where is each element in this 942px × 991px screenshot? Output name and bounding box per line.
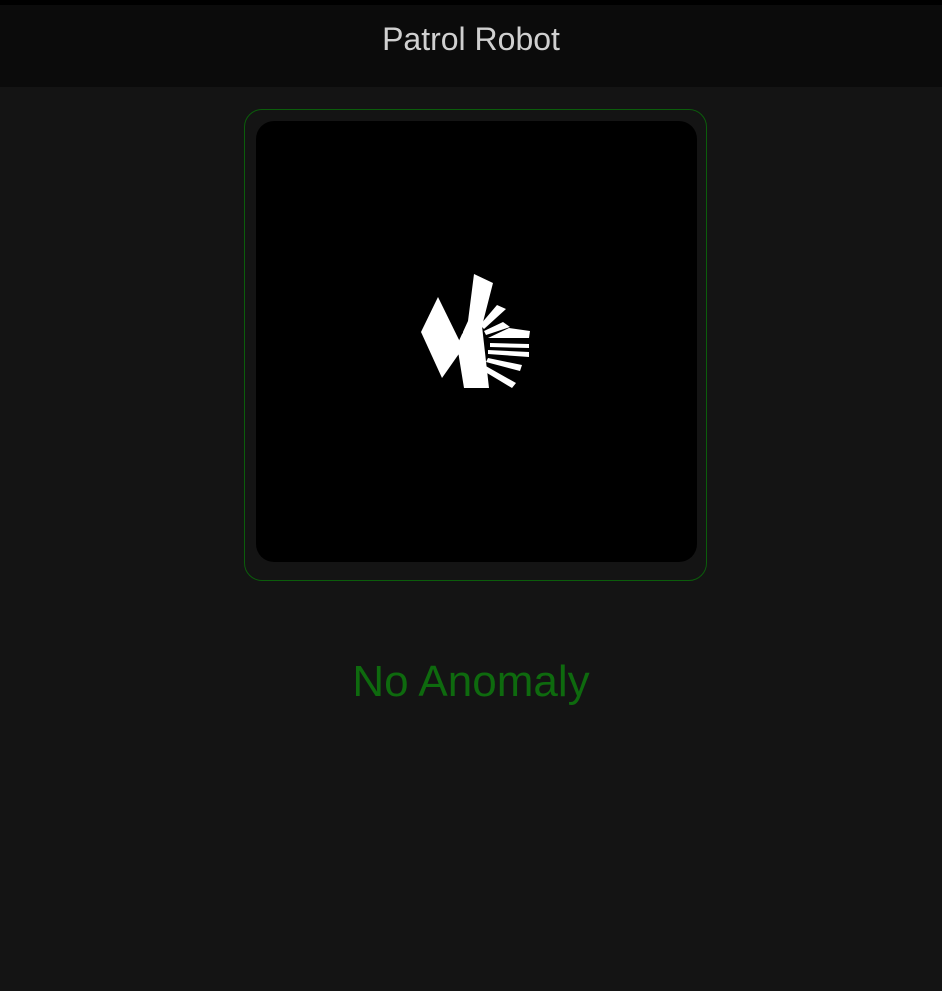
map-canvas[interactable] [256,121,697,562]
app-header: Patrol Robot [0,5,942,87]
lidar-scan-map-icon [421,274,530,388]
anomaly-status: No Anomaly [352,657,590,706]
page-title: Patrol Robot [382,21,560,57]
